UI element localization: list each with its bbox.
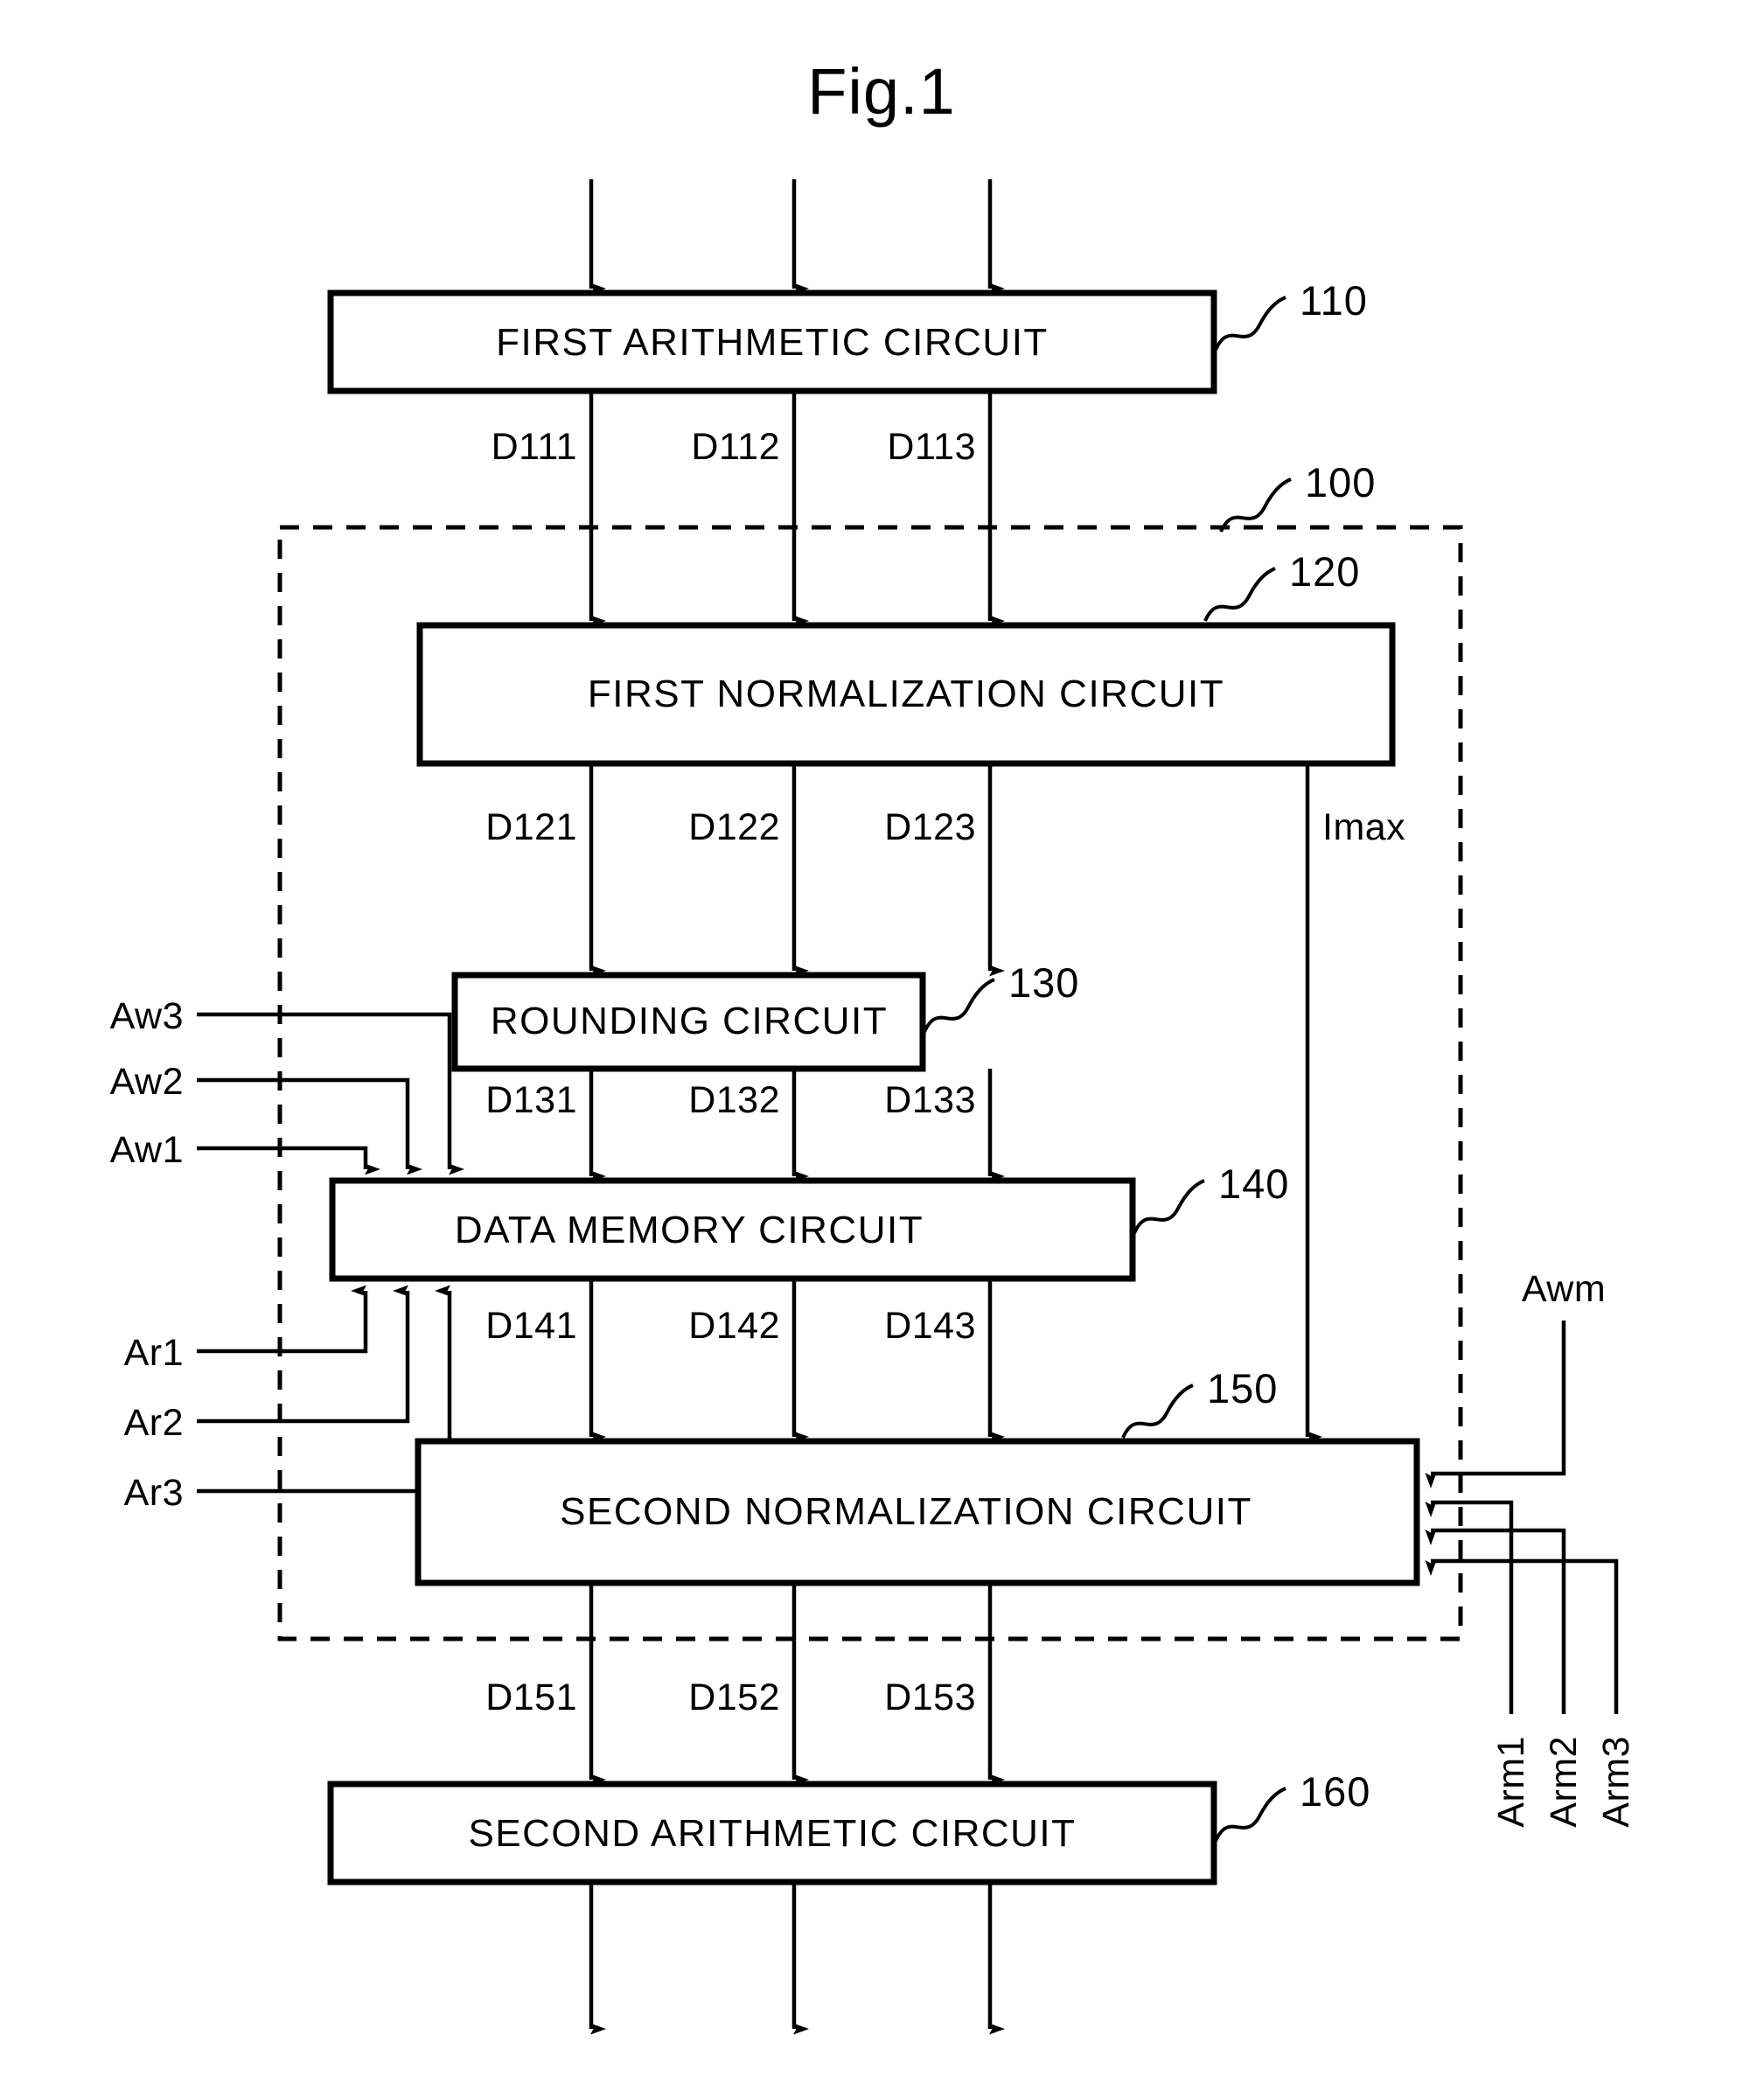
norm-address-wire-awm (1425, 1321, 1566, 1488)
leader-line-150 (1121, 1384, 1194, 1439)
ref-number-120: 120 (1289, 548, 1360, 595)
port-label-ar1: Ar1 (124, 1332, 184, 1374)
signal-label-d143: D143 (884, 1305, 976, 1347)
port-label-ar2: Ar2 (124, 1402, 184, 1444)
signal-label-d153: D153 (884, 1676, 976, 1718)
signal-label-d112: D112 (691, 426, 780, 468)
port-label-arm1: Arm1 (1490, 1736, 1532, 1828)
ref-number-100: 100 (1305, 459, 1376, 505)
figure-title: Fig.1 (807, 55, 956, 128)
read-address-wire-ar3 (197, 1285, 452, 1494)
signal-label-d132: D132 (688, 1079, 780, 1121)
port-label-ar3: Ar3 (124, 1472, 184, 1514)
leader-line-110 (1214, 296, 1286, 351)
signal-label-d122: D122 (688, 806, 780, 848)
signal-label-d151: D151 (485, 1676, 577, 1718)
block-label-160: SECOND ARITHMETIC CIRCUIT (468, 1812, 1076, 1855)
ref-number-110: 110 (1300, 277, 1368, 324)
signal-label-imax: Imax (1322, 806, 1405, 848)
block-label-130: ROUNDING CIRCUIT (491, 1000, 888, 1042)
ref-number-130: 130 (1008, 959, 1079, 1006)
leader-line-100 (1219, 477, 1292, 533)
ref-number-160: 160 (1300, 1768, 1370, 1815)
port-label-aw3: Aw3 (110, 995, 184, 1037)
block-label-120: FIRST NORMALIZATION CIRCUIT (588, 673, 1224, 715)
write-address-wire-aw2 (197, 1077, 422, 1175)
port-label-arm3: Arm3 (1595, 1736, 1637, 1828)
signal-label-d141: D141 (485, 1305, 577, 1347)
leader-line-120 (1203, 567, 1276, 622)
read-address-wire-ar2 (197, 1285, 410, 1424)
signal-label-d133: D133 (884, 1079, 976, 1121)
signal-label-d152: D152 (688, 1676, 780, 1718)
ref-number-150: 150 (1207, 1365, 1278, 1411)
port-label-arm2: Arm2 (1543, 1736, 1585, 1828)
norm-address-wire-arm1 (1425, 1500, 1514, 1714)
port-label-aw2: Aw2 (110, 1061, 184, 1103)
ref-number-140: 140 (1218, 1161, 1289, 1207)
leader-line-130 (923, 978, 995, 1033)
write-address-wire-aw3 (197, 1012, 464, 1175)
signal-label-d123: D123 (884, 806, 976, 848)
signal-label-d142: D142 (688, 1305, 780, 1347)
port-label-awm: Awm (1522, 1268, 1606, 1310)
block-label-140: DATA MEMORY CIRCUIT (455, 1209, 924, 1251)
signal-label-d113: D113 (887, 426, 976, 468)
leader-line-140 (1133, 1179, 1205, 1234)
port-label-aw1: Aw1 (110, 1129, 184, 1171)
diagram-canvas: Fig.1 100 FIRST ARITHMETIC CIRCUIT 110 D… (110, 55, 1637, 2035)
norm-address-wire-arm2 (1425, 1528, 1566, 1714)
signal-label-d111: D111 (492, 426, 577, 468)
patent-figure: Fig.1 100 FIRST ARITHMETIC CIRCUIT 110 D… (0, 0, 1764, 2098)
block-label-110: FIRST ARITHMETIC CIRCUIT (496, 321, 1049, 364)
signal-label-d121: D121 (485, 806, 577, 848)
signal-label-d131: D131 (485, 1079, 577, 1121)
leader-line-160 (1214, 1787, 1286, 1842)
block-label-150: SECOND NORMALIZATION CIRCUIT (560, 1490, 1252, 1533)
